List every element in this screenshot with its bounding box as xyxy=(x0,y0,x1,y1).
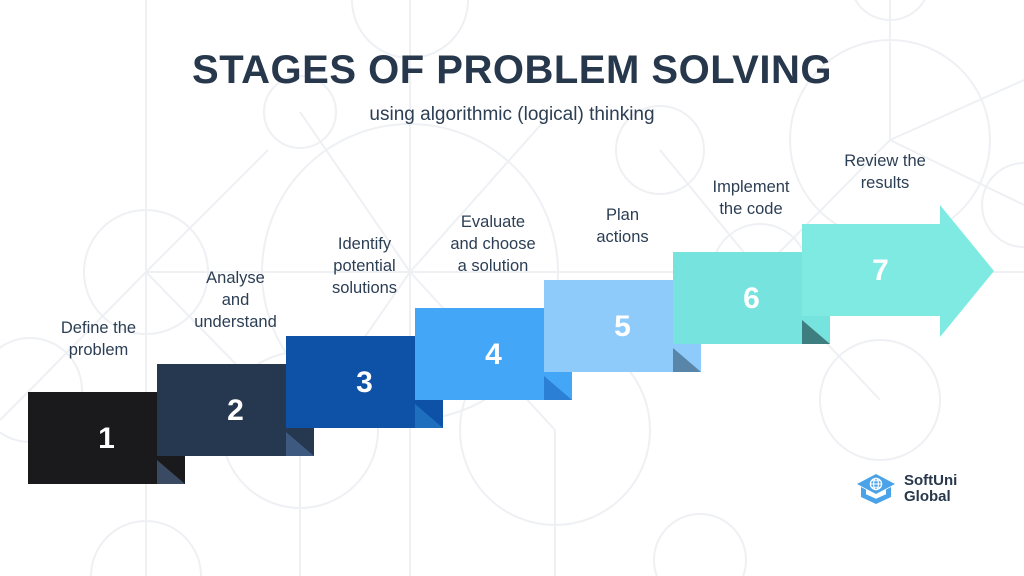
infographic-canvas: STAGES OF PROBLEM SOLVING using algorith… xyxy=(0,0,1024,576)
stage-label-7: Review the results xyxy=(844,152,926,192)
page-title: STAGES OF PROBLEM SOLVING xyxy=(192,48,832,92)
softuni-global-logo[interactable]: SoftUni Global xyxy=(855,472,957,506)
stage-block-7[interactable] xyxy=(802,205,994,337)
stage-label-1: Define the problem xyxy=(60,319,137,359)
page-subtitle: using algorithmic (logical) thinking xyxy=(369,104,655,125)
graduation-cap-globe-icon xyxy=(857,474,895,504)
logo-wordmark: SoftUni Global xyxy=(904,471,958,505)
